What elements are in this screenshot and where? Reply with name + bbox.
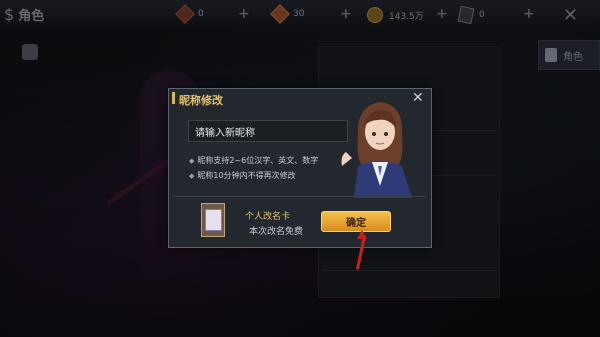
dialog-divider — [172, 196, 426, 197]
rule-text: 昵称10分钟内不得再次修改 — [197, 171, 296, 180]
bullet-icon: ◆ — [189, 171, 195, 180]
bullet-icon: ◆ — [189, 156, 195, 165]
rule-item: ◆ 昵称支持2~6位汉字、英文、数字 — [189, 155, 318, 166]
item-name: 个人改名卡 — [245, 212, 291, 222]
rule-item: ◆ 昵称10分钟内不得再次修改 — [189, 170, 296, 181]
rule-text: 昵称支持2~6位汉字、英文、数字 — [197, 156, 319, 165]
guide-girl-portrait — [341, 102, 412, 198]
nickname-input[interactable]: 请输入新昵称 — [188, 120, 348, 142]
confirm-button[interactable]: 确定 — [321, 211, 391, 232]
item-description: 本次改名免费 — [249, 227, 304, 237]
rename-card-icon — [201, 203, 225, 237]
dialog-title: 昵称修改 — [179, 94, 223, 107]
title-accent-bar — [172, 92, 175, 104]
